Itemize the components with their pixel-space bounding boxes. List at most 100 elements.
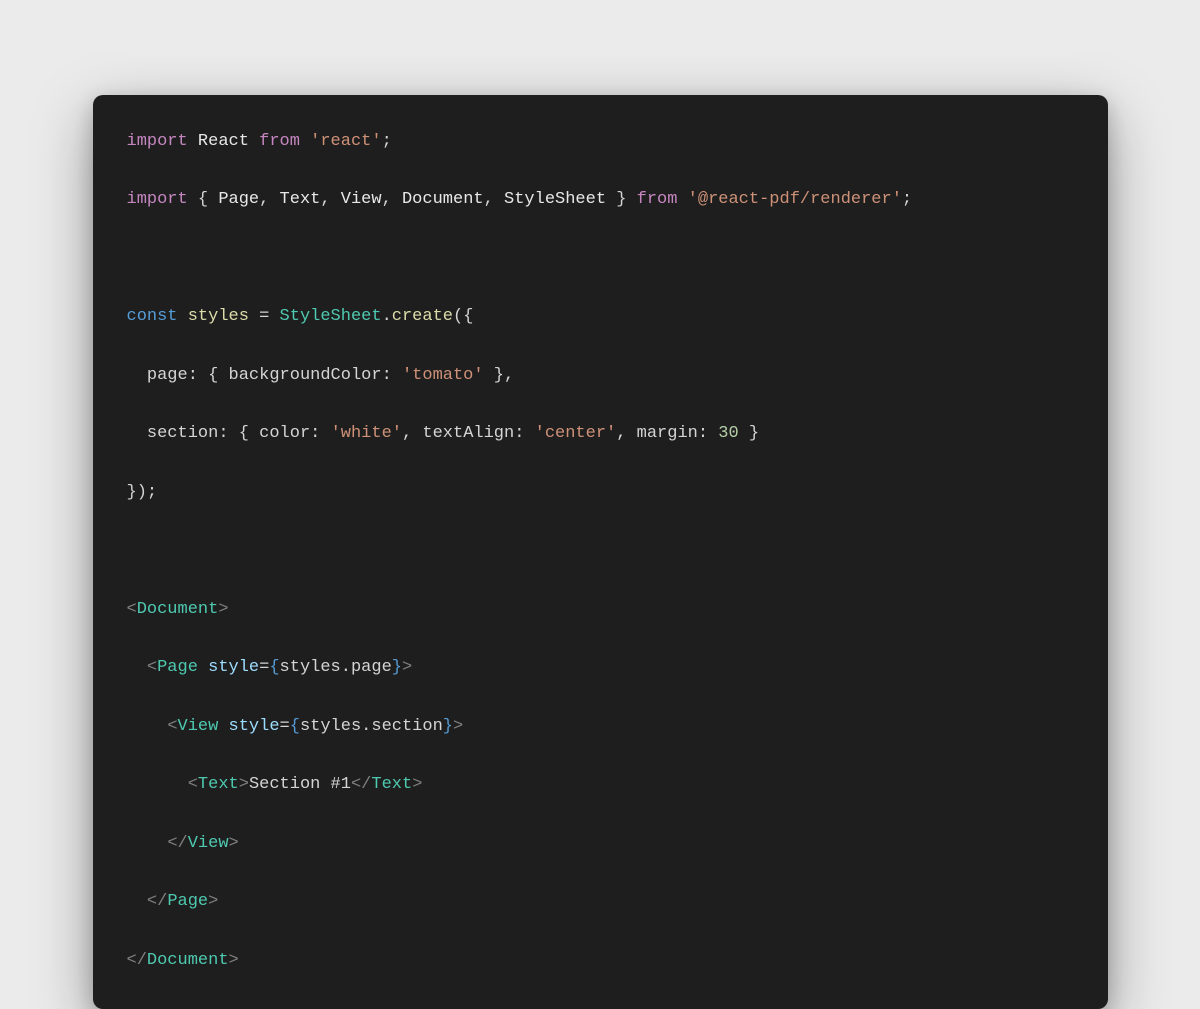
- tok-jsx-lbrace: {: [269, 658, 279, 677]
- tok-semi: ;: [382, 132, 392, 151]
- tok-indent: [127, 892, 147, 911]
- tok-lbrace: {: [198, 190, 208, 209]
- tok-white: 'white': [331, 424, 402, 443]
- code-line: import { Page, Text, View, Document, Sty…: [127, 185, 1074, 214]
- tok-semi: ;: [902, 190, 912, 209]
- tok-dot: .: [361, 717, 371, 736]
- tok-indent: [127, 717, 168, 736]
- tok-tomato: 'tomato': [402, 366, 484, 385]
- tok-sp: [198, 658, 208, 677]
- tok-colon: :: [382, 366, 392, 385]
- tok-page: Page: [218, 190, 259, 209]
- tok-colon: :: [698, 424, 708, 443]
- tok-style-attr: style: [229, 717, 280, 736]
- tok-view: View: [341, 190, 382, 209]
- tok-comma: ,: [484, 190, 494, 209]
- tok-lt: <: [167, 717, 177, 736]
- tok-dot: .: [382, 307, 392, 326]
- tok-center: 'center': [535, 424, 617, 443]
- tok-rbrace: }: [749, 424, 759, 443]
- tok-gt: >: [229, 951, 239, 970]
- code-line: <View style={styles.section}>: [127, 712, 1074, 741]
- tok-colon: :: [514, 424, 524, 443]
- code-line: [127, 244, 1074, 273]
- tok-comma: ,: [259, 190, 269, 209]
- tok-jsx-lbrace: {: [290, 717, 300, 736]
- tok-sectionprop: section: [371, 717, 442, 736]
- code-line: </View>: [127, 829, 1074, 858]
- tok-color: color: [259, 424, 310, 443]
- tok-eq: =: [280, 717, 290, 736]
- code-line: page: { backgroundColor: 'tomato' },: [127, 361, 1074, 390]
- tok-text: Text: [280, 190, 321, 209]
- tok-lt: <: [188, 775, 198, 794]
- tok-bg: backgroundColor: [229, 366, 382, 385]
- code-editor-window: import React from 'react'; import { Page…: [93, 95, 1108, 1009]
- tok-indent: [127, 775, 188, 794]
- tok-text-tag: Text: [198, 775, 239, 794]
- code-line: <Page style={styles.page}>: [127, 653, 1074, 682]
- tok-pageprop: page: [147, 366, 188, 385]
- tok-comma: ,: [616, 424, 626, 443]
- tok-jsx-rbrace: }: [443, 717, 453, 736]
- tok-view-tag: View: [188, 834, 229, 853]
- tok-gt: >: [229, 834, 239, 853]
- tok-import: import: [127, 190, 188, 209]
- code-line: const styles = StyleSheet.create({: [127, 302, 1074, 331]
- tok-close: });: [127, 483, 158, 502]
- tok-lt-close: </: [147, 892, 167, 911]
- tok-rbrace: }: [494, 366, 504, 385]
- tok-dot: .: [341, 658, 351, 677]
- tok-indent: [127, 658, 147, 677]
- tok-from: from: [259, 132, 300, 151]
- code-line: section: { color: 'white', textAlign: 'c…: [127, 419, 1074, 448]
- tok-import: import: [127, 132, 188, 151]
- tok-gt: >: [218, 600, 228, 619]
- tok-gt: >: [412, 775, 422, 794]
- tok-indent: [127, 834, 168, 853]
- tok-lt-close: </: [167, 834, 187, 853]
- code-line: <Document>: [127, 595, 1074, 624]
- tok-gt: >: [453, 717, 463, 736]
- tok-lt-close: </: [127, 951, 147, 970]
- tok-styles-ref: styles: [280, 658, 341, 677]
- tok-react: React: [198, 132, 249, 151]
- tok-lt: <: [127, 600, 137, 619]
- tok-gt: >: [208, 892, 218, 911]
- tok-indent: [127, 366, 147, 385]
- tok-comma: ,: [402, 424, 412, 443]
- tok-view-tag: View: [178, 717, 219, 736]
- tok-text-tag: Text: [371, 775, 412, 794]
- tok-page-tag: Page: [157, 658, 198, 677]
- tok-sp: [218, 717, 228, 736]
- code-line: [127, 536, 1074, 565]
- tok-styles-ref: styles: [300, 717, 361, 736]
- tok-doc-tag: Document: [147, 951, 229, 970]
- tok-lt-close: </: [351, 775, 371, 794]
- tok-colon: :: [218, 424, 228, 443]
- tok-styles: styles: [188, 307, 249, 326]
- code-line: </Document>: [127, 946, 1074, 975]
- tok-create: create: [392, 307, 453, 326]
- tok-from: from: [637, 190, 678, 209]
- tok-jsx-rbrace: }: [392, 658, 402, 677]
- tok-colon: :: [310, 424, 320, 443]
- tok-sectionprop: section: [147, 424, 218, 443]
- tok-30: 30: [718, 424, 738, 443]
- code-line: });: [127, 478, 1074, 507]
- tok-const: const: [127, 307, 178, 326]
- tok-comma: ,: [504, 366, 514, 385]
- tok-comma: ,: [320, 190, 330, 209]
- tok-stylesheet: StyleSheet: [280, 307, 382, 326]
- code-block: import React from 'react'; import { Page…: [127, 127, 1074, 975]
- code-line: <Text>Section #1</Text>: [127, 770, 1074, 799]
- tok-stylesheet: StyleSheet: [504, 190, 606, 209]
- tok-doc: Document: [402, 190, 484, 209]
- tok-rbrace: }: [616, 190, 626, 209]
- tok-lbrace: {: [239, 424, 249, 443]
- code-line: </Page>: [127, 887, 1074, 916]
- tok-pageprop: page: [351, 658, 392, 677]
- tok-page-tag: Page: [167, 892, 208, 911]
- tok-doc-tag: Document: [137, 600, 219, 619]
- tok-margin: margin: [637, 424, 698, 443]
